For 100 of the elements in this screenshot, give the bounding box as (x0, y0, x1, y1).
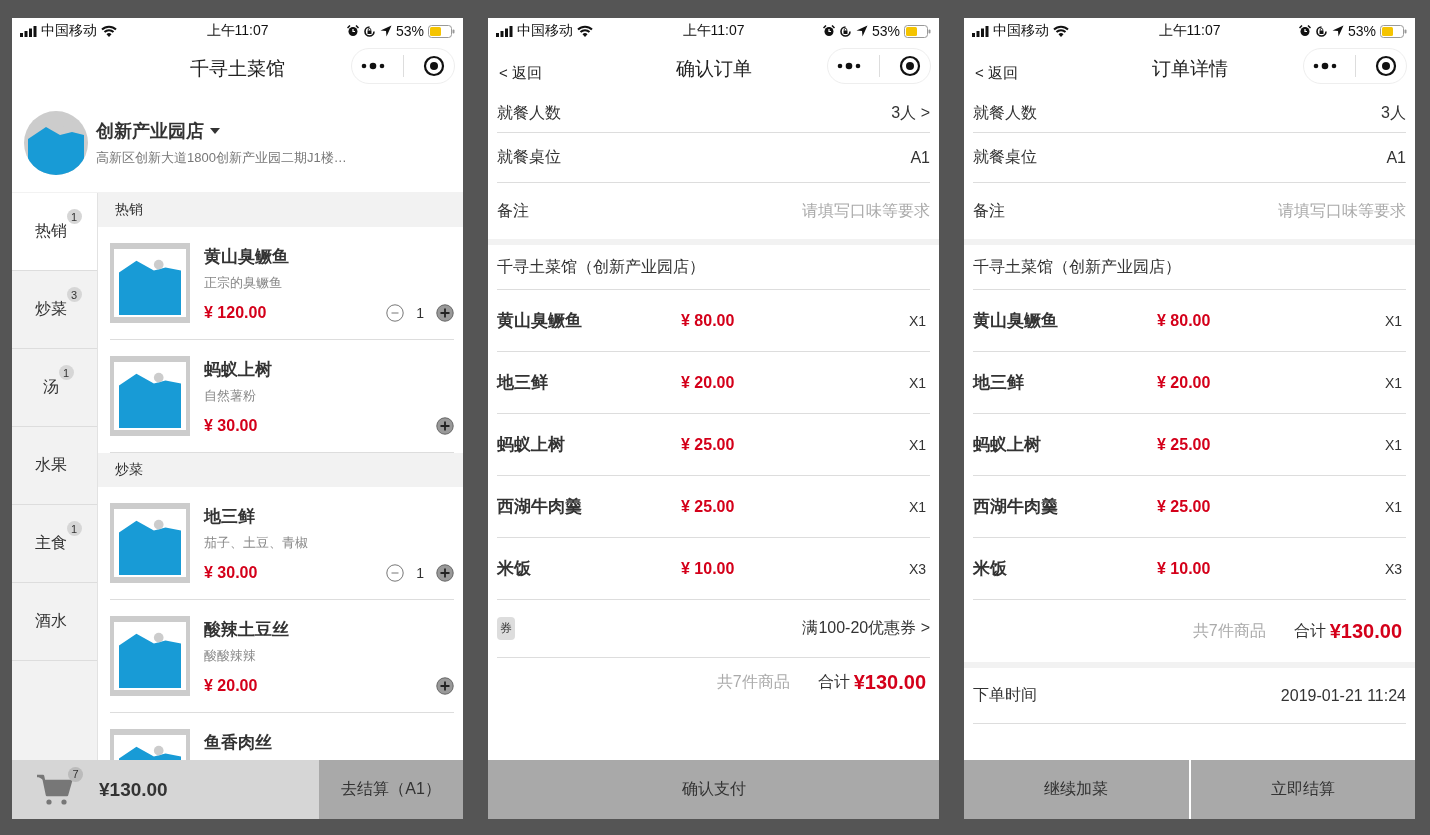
field-value[interactable]: 3人 > (891, 102, 930, 124)
action-button[interactable]: 继续加菜 (964, 760, 1189, 819)
signal-icon (496, 25, 513, 37)
more-icon[interactable] (361, 62, 386, 70)
item-quantity: X1 (1384, 436, 1403, 453)
page-title: 千寻土菜馆 (190, 57, 285, 81)
total-label: 合计 (817, 671, 850, 692)
category-tab[interactable]: 炒菜 3 (12, 271, 97, 349)
item-price: ¥ 10.00 (1157, 559, 1212, 578)
restaurant-name: 千寻土菜馆（创新产业园店） (973, 256, 1181, 277)
battery-icon (904, 24, 931, 38)
carrier-name: 中国移动 (517, 22, 573, 40)
cart-icon[interactable] (37, 772, 75, 807)
category-tab[interactable]: 水果 (12, 427, 97, 505)
coupon-selector[interactable]: 满100-20优惠券 > (802, 618, 930, 639)
plus-button[interactable] (436, 304, 454, 322)
more-icon[interactable] (1313, 62, 1338, 70)
count-badge: 3 (66, 287, 82, 302)
item-price: ¥ 25.00 (1157, 435, 1212, 454)
item-price: ¥ 10.00 (681, 559, 736, 578)
battery-percent: 53% (871, 23, 900, 39)
count-badge: 1 (58, 365, 74, 380)
field-label: 就餐桌位 (973, 147, 1037, 167)
minus-button[interactable] (386, 564, 405, 582)
item-name: 米饭 (497, 558, 532, 580)
checkout-button[interactable]: 去结算（A1） (319, 760, 463, 819)
field-value[interactable]: A1 (910, 148, 930, 167)
rotation-lock-icon (362, 24, 376, 38)
field-value[interactable]: 3人 (1381, 102, 1406, 124)
page-title: 确认订单 (675, 57, 752, 81)
dish-price: ¥ 120.00 (204, 304, 267, 322)
alarm-icon (346, 25, 359, 37)
back-link[interactable]: < 返回 (975, 64, 1018, 83)
item-count: 共7件商品 (1192, 620, 1266, 641)
status-time: 上午11:07 (1158, 22, 1221, 40)
total-amount: ¥130.00 (1329, 619, 1402, 643)
category-tab[interactable]: 汤 1 (12, 349, 97, 427)
wifi-icon (1053, 25, 1069, 37)
item-name: 西湖牛肉羹 (973, 496, 1059, 518)
page-title: 订单详情 (1151, 57, 1228, 81)
store-address: 高新区创新大道1800创新产业园二期J1楼… (96, 149, 347, 167)
item-name: 米饭 (973, 558, 1008, 580)
dropdown-caret-icon[interactable] (210, 128, 220, 134)
item-quantity: X1 (908, 312, 927, 329)
battery-percent: 53% (1347, 23, 1376, 39)
store-name[interactable]: 创新产业园店 (96, 119, 204, 143)
dish-price: ¥ 30.00 (204, 417, 258, 435)
restaurant-name: 千寻土菜馆（创新产业园店） (497, 256, 705, 277)
plus-button[interactable] (436, 564, 454, 582)
location-arrow-icon (855, 25, 868, 37)
quantity-value: 1 (416, 565, 424, 581)
plus-button[interactable] (436, 677, 454, 695)
dish-name: 酸辣土豆丝 (204, 619, 290, 641)
back-link[interactable]: < 返回 (499, 64, 542, 83)
field-value[interactable]: A1 (1386, 148, 1406, 167)
item-price: ¥ 25.00 (681, 435, 736, 454)
dish-price: ¥ 30.00 (204, 564, 258, 582)
item-quantity: X1 (908, 498, 927, 515)
total-amount: ¥130.00 (853, 670, 926, 694)
dish-description: 自然薯粉 (204, 387, 257, 405)
total-label: 合计 (1293, 620, 1326, 641)
item-quantity: X1 (1384, 312, 1403, 329)
wifi-icon (577, 25, 593, 37)
item-name: 地三鲜 (973, 372, 1025, 394)
item-quantity: X3 (1384, 560, 1403, 577)
more-icon[interactable] (837, 62, 862, 70)
section-title: 热销 (115, 201, 143, 219)
minus-button[interactable] (386, 304, 405, 322)
item-count: 共7件商品 (716, 671, 790, 692)
field-label: 就餐人数 (497, 102, 561, 123)
dish-name: 黄山臭鳜鱼 (204, 246, 290, 268)
count-badge: 1 (66, 209, 82, 224)
dish-name: 地三鲜 (204, 506, 256, 528)
action-button[interactable]: 立即结算 (1190, 760, 1415, 819)
count-badge: 1 (66, 521, 82, 536)
status-time: 上午11:07 (206, 22, 269, 40)
item-price: ¥ 25.00 (1157, 497, 1212, 516)
category-tab[interactable]: 酒水 (12, 583, 97, 661)
plus-button[interactable] (436, 417, 454, 435)
item-quantity: X1 (908, 374, 927, 391)
category-tab[interactable]: 热销 1 (12, 193, 97, 271)
action-button[interactable]: 确认支付 (488, 760, 939, 819)
item-quantity: X1 (1384, 374, 1403, 391)
location-arrow-icon (379, 25, 392, 37)
close-target-icon[interactable] (898, 55, 921, 77)
field-label: 就餐人数 (973, 102, 1037, 123)
item-quantity: X1 (908, 436, 927, 453)
category-tab[interactable]: 主食 1 (12, 505, 97, 583)
item-price: ¥ 25.00 (681, 497, 736, 516)
close-target-icon[interactable] (1374, 55, 1397, 77)
item-price: ¥ 80.00 (1157, 311, 1212, 330)
info-label: 下单时间 (973, 685, 1037, 705)
item-name: 地三鲜 (497, 372, 549, 394)
dish-name: 蚂蚁上树 (204, 359, 273, 381)
item-name: 蚂蚁上树 (973, 434, 1042, 456)
battery-icon (1380, 24, 1407, 38)
signal-icon (972, 25, 989, 37)
info-value: 2019-01-21 11:24 (1280, 686, 1406, 705)
field-label: 备注 (497, 200, 529, 221)
close-target-icon[interactable] (422, 55, 445, 77)
